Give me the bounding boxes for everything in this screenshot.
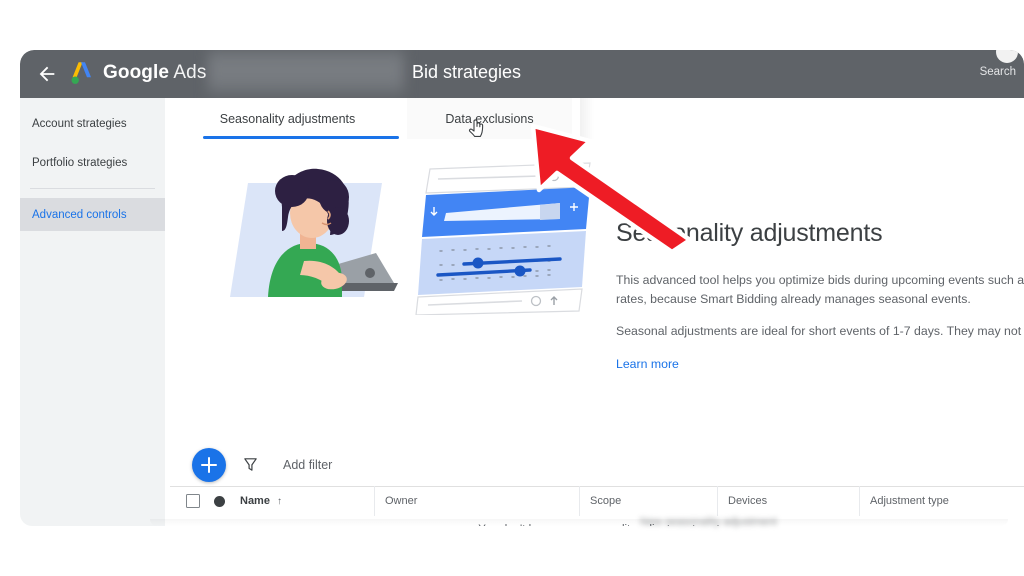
back-arrow-icon[interactable] [36,63,58,85]
screenshot-root: Google Ads Bid strategies Search Account… [0,0,1024,576]
brand-primary: Google [103,62,170,83]
column-label: Adjustment type [870,495,949,507]
column-label: Name [240,495,270,507]
filter-funnel-icon[interactable] [242,456,259,473]
sort-ascending-icon: ↑ [276,495,282,507]
top-app-bar: Google Ads Bid strategies Search [20,50,1024,98]
sidebar-item-account-strategies[interactable]: Account strategies [20,107,165,140]
column-header-scope[interactable]: Scope [580,486,718,516]
hero-paragraph-1: This advanced tool helps you optimize bi… [616,273,1024,287]
column-header-adjustment-type[interactable]: Adjustment type [860,486,1008,516]
sidebar-divider [30,188,155,189]
column-label: Scope [590,495,622,507]
clipped-next-row-text: New seasonality adjustment [640,516,777,528]
sidebar-item-advanced-controls[interactable]: Advanced controls [20,198,165,231]
account-name-redaction [208,50,404,98]
add-seasonality-adjustment-button[interactable] [192,448,226,482]
status-dot-icon [214,495,225,507]
sidebar-item-label: Portfolio strategies [32,156,128,169]
learn-more-link[interactable]: Learn more [616,357,679,371]
table-header-row: Name ↑ Owner Scope Devices Adjustment ty… [170,486,1024,517]
column-header-name[interactable]: Name ↑ [170,486,375,516]
brand-text: Google Ads [103,62,206,84]
column-label: Devices [728,495,768,507]
avatar-icon[interactable] [996,50,1018,63]
tab-label: Seasonality adjustments [219,111,356,126]
hero-paragraph-3: Seasonal adjustments are ideal for short… [616,324,1024,338]
select-all-checkbox[interactable] [186,494,200,508]
red-pointer-arrow [512,112,702,255]
sidebar-item-portfolio-strategies[interactable]: Portfolio strategies [20,146,165,179]
column-header-owner[interactable]: Owner [375,486,580,516]
pointing-hand-cursor [468,118,485,138]
column-header-devices[interactable]: Devices [718,486,860,516]
hero-paragraph-2: rates, because Smart Bidding already man… [616,292,971,306]
search-label[interactable]: Search [980,66,1016,78]
google-ads-logo-icon [68,60,94,86]
sidebar-item-label: Advanced controls [32,208,127,221]
add-filter-label[interactable]: Add filter [283,458,332,472]
sidebar-item-label: Account strategies [32,117,127,130]
brand-secondary: Ads [173,62,207,83]
sidebar-nav: Account strategies Portfolio strategies … [20,98,165,526]
page-title: Bid strategies [412,62,522,82]
column-label: Owner [385,495,418,507]
tab-seasonality-adjustments[interactable]: Seasonality adjustments [190,98,385,139]
brand-lockup[interactable]: Google Ads [68,60,206,86]
filter-toolbar: Add filter [170,444,1024,487]
